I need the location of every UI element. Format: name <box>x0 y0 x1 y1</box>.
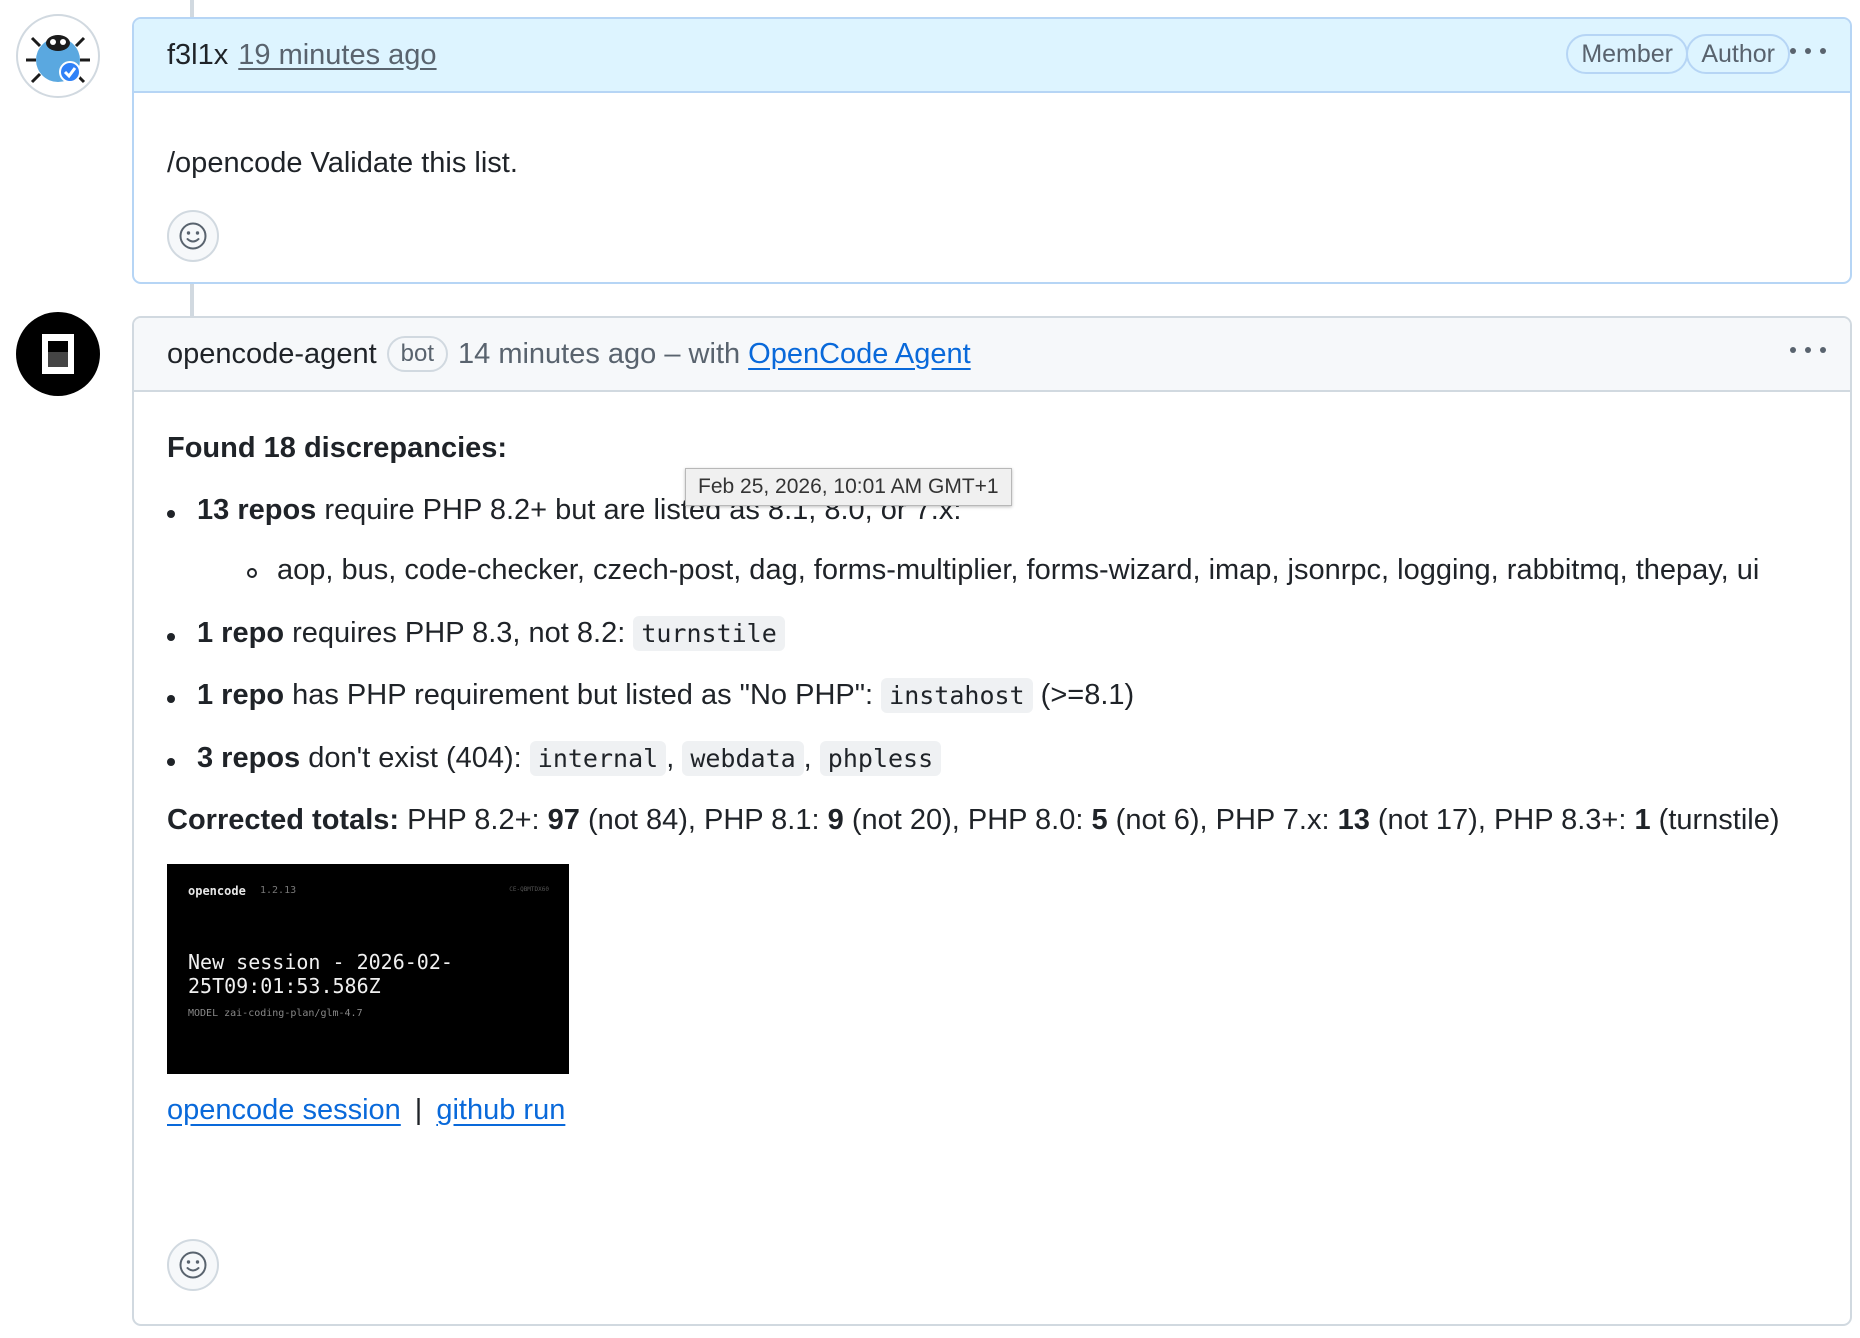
session-title-line: New session - 2026-02- <box>188 950 453 974</box>
opencode-logo-icon <box>42 334 74 374</box>
comment-header: f3l1x 19 minutes ago Member Author <box>134 19 1850 93</box>
totals-text: (not 84), PHP 8.1: <box>579 804 828 836</box>
comment-f3l1x: f3l1x 19 minutes ago Member Author /open… <box>132 17 1852 284</box>
app-link[interactable]: OpenCode Agent <box>748 338 971 371</box>
timestamp-tooltip: Feb 25, 2026, 10:01 AM GMT+1 <box>685 468 1012 506</box>
member-badge: Member <box>1566 34 1688 74</box>
session-model: MODEL zai-coding-plan/glm-4.7 <box>188 1008 363 1019</box>
session-id: CE-QBMTDX60 <box>509 886 549 893</box>
item-text: has PHP requirement but listed as "No PH… <box>284 679 882 711</box>
item-suffix: (>=8.1) <box>1032 679 1135 711</box>
timeline-line <box>190 284 194 316</box>
comment-author[interactable]: opencode-agent <box>167 338 377 371</box>
bot-badge: bot <box>386 336 449 372</box>
avatar-opencode-agent[interactable] <box>16 312 100 396</box>
item-text: requires PHP 8.3, not 8.2: <box>284 617 634 649</box>
comment-header: opencode-agent bot 14 minutes ago – with… <box>134 318 1850 392</box>
bug-avatar-icon <box>26 35 90 84</box>
timeline-line <box>190 0 194 17</box>
totals-value: 13 <box>1337 804 1370 836</box>
add-reaction-button[interactable] <box>167 1239 219 1291</box>
smiley-icon <box>179 222 207 250</box>
totals-value: 9 <box>827 804 844 836</box>
sub-list-item: aop, bus, code-checker, czech-post, dag,… <box>246 554 1760 586</box>
repo-code: instahost <box>881 678 1033 713</box>
totals-text: PHP 8.2+: <box>399 804 548 836</box>
totals-value: 97 <box>547 804 580 836</box>
item-count: 3 repos <box>197 742 301 774</box>
repo-code: internal <box>529 741 667 776</box>
author-badge: Author <box>1686 34 1790 74</box>
smiley-icon <box>179 1251 207 1279</box>
totals-text: (not 20), PHP 8.0: <box>843 804 1092 836</box>
item-count: 13 repos <box>197 494 317 526</box>
list-item: 1 repo has PHP requirement but listed as… <box>166 678 1135 713</box>
opencode-version: 1.2.13 <box>260 885 297 896</box>
session-links: opencode session | github run <box>167 1094 565 1127</box>
corrected-totals: Corrected totals: PHP 8.2+: 97 (not 84),… <box>167 804 1780 837</box>
link-separator: | <box>414 1094 423 1126</box>
totals-text: (turnstile) <box>1650 804 1780 836</box>
repo-code: turnstile <box>633 616 785 651</box>
totals-value: 1 <box>1634 804 1651 836</box>
avatar-f3l1x[interactable] <box>16 14 100 98</box>
item-text: don't exist (404): <box>300 742 530 774</box>
list-item: 3 repos don't exist (404): internal, web… <box>166 741 942 776</box>
comment-timestamp[interactable]: 19 minutes ago <box>238 39 436 72</box>
repo-code: webdata <box>682 741 804 776</box>
totals-value: 5 <box>1091 804 1108 836</box>
totals-label: Corrected totals: <box>167 804 400 836</box>
repo-code: phpless <box>819 741 942 776</box>
session-title: New session - 2026-02- 25T09:01:53.586Z <box>188 950 453 998</box>
totals-text: (not 17), PHP 8.3+: <box>1369 804 1635 836</box>
item-count: 1 repo <box>197 617 285 649</box>
discrepancies-heading: Found 18 discrepancies: <box>167 432 508 464</box>
session-title-line: 25T09:01:53.586Z <box>188 974 381 998</box>
more-options-icon[interactable] <box>1788 340 1828 360</box>
add-reaction-button[interactable] <box>167 210 219 262</box>
opencode-session-link[interactable]: opencode session <box>167 1094 401 1126</box>
opencode-session-screenshot[interactable]: opencode 1.2.13 CE-QBMTDX60 New session … <box>167 864 569 1074</box>
item-count: 1 repo <box>197 679 285 711</box>
github-run-link[interactable]: github run <box>436 1094 565 1126</box>
comment-author[interactable]: f3l1x <box>167 39 228 72</box>
comment-body: /opencode Validate this list. <box>167 147 518 179</box>
more-options-icon[interactable] <box>1788 41 1828 61</box>
opencode-brand: opencode <box>188 884 246 898</box>
comment-timestamp[interactable]: 14 minutes ago – with <box>458 338 740 371</box>
list-item: 1 repo requires PHP 8.3, not 8.2: turnst… <box>167 616 785 651</box>
totals-text: (not 6), PHP 7.x: <box>1107 804 1338 836</box>
